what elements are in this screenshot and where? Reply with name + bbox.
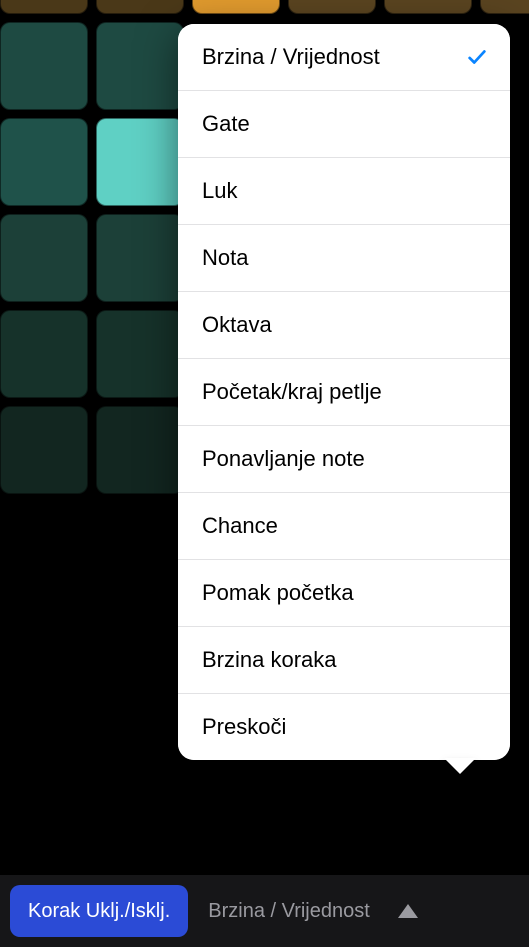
menu-item-loop-start-end[interactable]: Početak/kraj petlje [178, 359, 510, 426]
menu-item-label: Chance [202, 513, 278, 539]
menu-item-chance[interactable]: Chance [178, 493, 510, 560]
menu-item-label: Pomak početka [202, 580, 354, 606]
expand-menu-button[interactable] [398, 885, 519, 937]
menu-item-skip[interactable]: Preskoči [178, 694, 510, 760]
menu-item-label: Luk [202, 178, 237, 204]
menu-item-step-rate[interactable]: Brzina koraka [178, 627, 510, 694]
menu-item-label: Preskoči [202, 714, 286, 740]
step-toggle-label: Korak Uklj./Isklj. [28, 900, 170, 923]
step-pad-active[interactable] [192, 0, 280, 14]
menu-item-tie[interactable]: Luk [178, 158, 510, 225]
step-pad[interactable] [288, 0, 376, 14]
step-pad[interactable] [96, 406, 184, 494]
menu-item-label: Nota [202, 245, 248, 271]
menu-item-label: Početak/kraj petlje [202, 379, 382, 405]
menu-item-note-repeat[interactable]: Ponavljanje note [178, 426, 510, 493]
menu-item-velocity-value[interactable]: Brzina / Vrijednost [178, 24, 510, 91]
step-pad[interactable] [0, 118, 88, 206]
step-pad[interactable] [0, 310, 88, 398]
step-pad[interactable] [0, 406, 88, 494]
menu-item-label: Gate [202, 111, 250, 137]
step-pad[interactable] [480, 0, 529, 14]
step-toggle-button[interactable]: Korak Uklj./Isklj. [10, 885, 188, 937]
step-pad[interactable] [0, 0, 88, 14]
step-pad[interactable] [96, 214, 184, 302]
step-pad-active[interactable] [96, 118, 184, 206]
menu-item-label: Brzina / Vrijednost [202, 44, 380, 70]
check-icon [466, 46, 488, 68]
menu-item-label: Oktava [202, 312, 272, 338]
menu-item-label: Brzina koraka [202, 647, 337, 673]
step-pad[interactable] [96, 22, 184, 110]
step-pad[interactable] [96, 310, 184, 398]
step-pad[interactable] [96, 0, 184, 14]
menu-item-note[interactable]: Nota [178, 225, 510, 292]
current-mode-button[interactable]: Brzina / Vrijednost [198, 885, 388, 937]
bottom-toolbar: Korak Uklj./Isklj. Brzina / Vrijednost [0, 875, 529, 947]
menu-item-gate[interactable]: Gate [178, 91, 510, 158]
menu-item-start-offset[interactable]: Pomak početka [178, 560, 510, 627]
edit-mode-popover: Brzina / Vrijednost Gate Luk Nota Oktava… [178, 24, 510, 760]
chevron-up-icon [398, 904, 418, 918]
popover-arrow-icon [444, 758, 476, 774]
step-pad[interactable] [384, 0, 472, 14]
menu-item-label: Ponavljanje note [202, 446, 365, 472]
menu-item-octave[interactable]: Oktava [178, 292, 510, 359]
step-pad[interactable] [0, 22, 88, 110]
current-mode-label: Brzina / Vrijednost [208, 900, 370, 923]
step-pad[interactable] [0, 214, 88, 302]
